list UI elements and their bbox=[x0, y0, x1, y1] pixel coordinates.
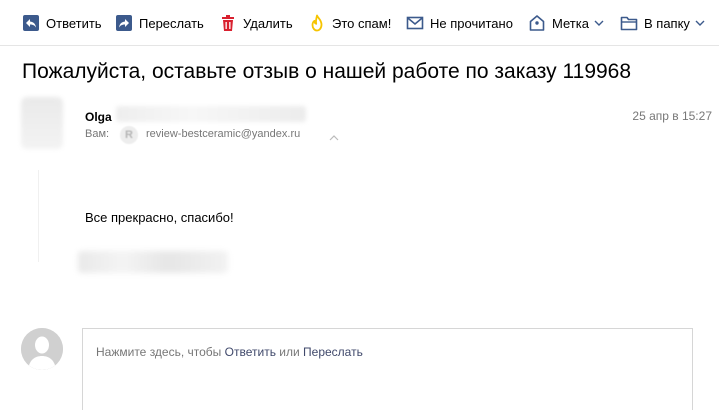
sender-email-redacted bbox=[116, 106, 306, 122]
reply-hint-middle: или bbox=[275, 345, 304, 359]
move-to-folder-label: В папку bbox=[644, 15, 690, 31]
delete-button[interactable]: Удалить bbox=[219, 11, 293, 35]
recipient-label: Вам: bbox=[85, 128, 110, 140]
quick-forward-link[interactable]: Переслать bbox=[303, 345, 363, 359]
folder-icon bbox=[620, 14, 638, 32]
label-dropdown-label: Метка bbox=[552, 15, 589, 31]
sender-name[interactable]: Olga bbox=[85, 110, 112, 124]
recipient-avatar: R bbox=[120, 126, 138, 144]
forward-button[interactable]: Переслать bbox=[115, 11, 204, 35]
spam-flame-icon bbox=[308, 14, 326, 32]
recipient-email[interactable]: review-bestceramic@yandex.ru bbox=[146, 128, 300, 140]
chevron-up-icon[interactable] bbox=[328, 130, 340, 141]
chevron-down-icon bbox=[594, 18, 604, 28]
reply-button[interactable]: Ответить bbox=[22, 11, 102, 35]
move-to-folder-dropdown[interactable]: В папку bbox=[620, 11, 705, 35]
spam-label: Это спам! bbox=[332, 15, 392, 31]
mark-unread-label: Не прочитано bbox=[430, 15, 513, 31]
message-date: 25 апр в 15:27 bbox=[632, 109, 712, 123]
chevron-down-icon bbox=[695, 18, 705, 28]
quick-reply-box[interactable]: Нажмите здесь, чтобы Ответить или Пересл… bbox=[82, 328, 693, 410]
reply-icon bbox=[22, 14, 40, 32]
message-body: Все прекрасно, спасибо! bbox=[85, 210, 234, 225]
forward-label: Переслать bbox=[139, 15, 204, 31]
envelope-icon bbox=[406, 14, 424, 32]
sender-avatar[interactable] bbox=[21, 97, 63, 149]
user-avatar bbox=[21, 328, 63, 370]
delete-label: Удалить bbox=[243, 15, 293, 31]
quick-reply-hint: Нажмите здесь, чтобы Ответить или Пересл… bbox=[96, 345, 363, 359]
label-dropdown[interactable]: Метка bbox=[528, 11, 604, 35]
body-divider bbox=[38, 170, 39, 262]
quick-reply-link[interactable]: Ответить bbox=[225, 345, 276, 359]
reply-hint-prefix: Нажмите здесь, чтобы bbox=[96, 345, 225, 359]
reply-label: Ответить bbox=[46, 15, 102, 31]
trash-icon bbox=[219, 14, 237, 32]
forward-icon bbox=[115, 14, 133, 32]
message-subject: Пожалуйста, оставьте отзыв о нашей работ… bbox=[22, 60, 632, 83]
message-toolbar: Ответить Переслать Удалить Это спам! Не … bbox=[0, 0, 719, 46]
spam-button[interactable]: Это спам! bbox=[308, 11, 391, 35]
label-tag-icon bbox=[528, 14, 546, 32]
mark-unread-button[interactable]: Не прочитано bbox=[406, 11, 513, 35]
signature-redacted bbox=[78, 251, 228, 273]
user-silhouette-icon bbox=[21, 328, 63, 370]
